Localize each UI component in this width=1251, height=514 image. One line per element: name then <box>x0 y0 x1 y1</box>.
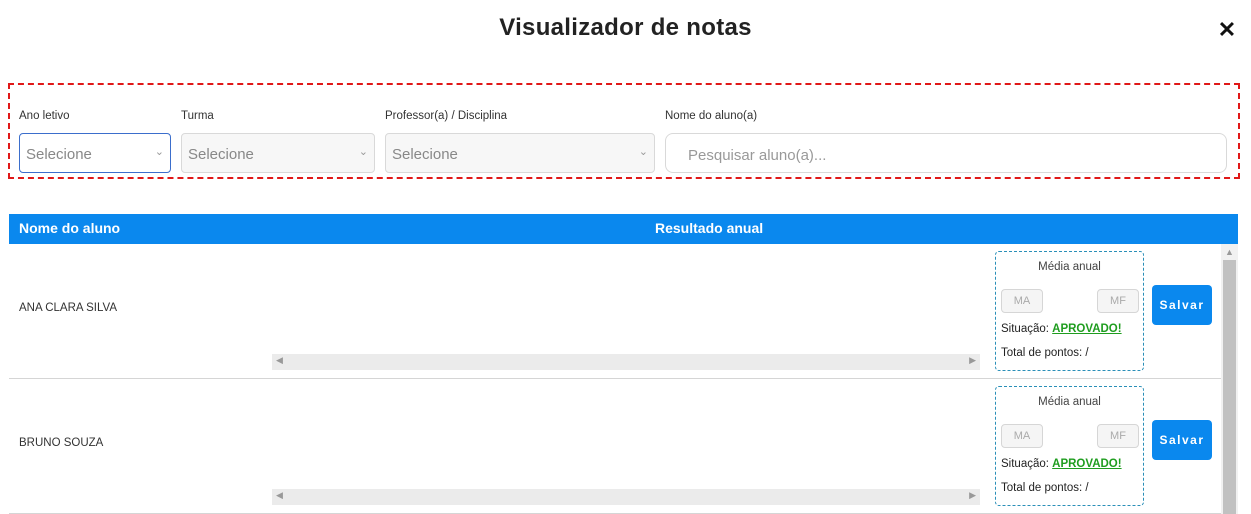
scroll-left-arrow-icon[interactable]: ◀ <box>276 355 283 366</box>
aluno-search-input[interactable] <box>686 144 1210 166</box>
professor-disciplina-value: Selecione <box>392 146 458 163</box>
scroll-right-arrow-icon[interactable]: ▶ <box>969 490 976 501</box>
situacao-label: Situação: <box>1001 323 1049 335</box>
scroll-right-arrow-icon[interactable]: ▶ <box>969 355 976 366</box>
save-button[interactable]: Salvar <box>1152 285 1212 325</box>
ma-field[interactable]: MA <box>1001 424 1043 448</box>
chevron-down-icon: ⌄ <box>638 146 648 158</box>
filters-panel: Ano letivo Turma Professor(a) / Discipli… <box>8 83 1240 179</box>
professor-disciplina-label: Professor(a) / Disciplina <box>385 110 508 122</box>
situacao-label: Situação: <box>1001 458 1049 470</box>
scroll-left-arrow-icon[interactable]: ◀ <box>276 490 283 501</box>
situacao: Situação: APROVADO! <box>1001 323 1122 335</box>
table-row: BRUNO SOUZA ◀ ▶ Média anual MA MF Situaç… <box>9 379 1221 514</box>
total-pontos: Total de pontos: / <box>1001 482 1089 494</box>
close-icon[interactable]: ✕ <box>1215 18 1239 42</box>
ano-letivo-value: Selecione <box>26 146 92 163</box>
ma-field[interactable]: MA <box>1001 289 1043 313</box>
media-anual-box: Média anual MA MF Situação: APROVADO! To… <box>995 386 1144 506</box>
turma-select[interactable]: Selecione ⌄ <box>181 133 375 173</box>
page-title: Visualizador de notas <box>499 14 752 41</box>
situacao-status-link[interactable]: APROVADO! <box>1052 458 1121 470</box>
horizontal-scrollbar[interactable]: ◀ ▶ <box>272 489 980 505</box>
turma-label: Turma <box>181 110 214 122</box>
save-button[interactable]: Salvar <box>1152 420 1212 460</box>
media-anual-title: Média anual <box>1038 396 1101 408</box>
vertical-scrollbar[interactable]: ▲ <box>1221 244 1238 514</box>
situacao-status-link[interactable]: APROVADO! <box>1052 323 1121 335</box>
turma-value: Selecione <box>188 146 254 163</box>
situacao: Situação: APROVADO! <box>1001 458 1122 470</box>
table-row: ANA CLARA SILVA ◀ ▶ Média anual MA MF Si… <box>9 244 1221 379</box>
professor-disciplina-select[interactable]: Selecione ⌄ <box>385 133 655 173</box>
column-header-name: Nome do aluno <box>19 220 121 236</box>
ano-letivo-select[interactable]: Selecione ⌄ <box>19 133 171 173</box>
nome-aluno-label: Nome do aluno(a) <box>665 110 758 122</box>
table-header: Nome do aluno Resultado anual <box>9 214 1238 244</box>
horizontal-scrollbar[interactable]: ◀ ▶ <box>272 354 980 370</box>
chevron-down-icon: ⌄ <box>358 146 368 158</box>
mf-field[interactable]: MF <box>1097 289 1139 313</box>
chevron-down-icon: ⌄ <box>154 146 164 158</box>
mf-field[interactable]: MF <box>1097 424 1139 448</box>
ano-letivo-label: Ano letivo <box>19 110 70 122</box>
student-name: ANA CLARA SILVA <box>19 302 118 314</box>
aluno-search-field <box>665 133 1227 173</box>
media-anual-title: Média anual <box>1038 261 1101 273</box>
column-header-result: Resultado anual <box>655 220 764 236</box>
media-anual-box: Média anual MA MF Situação: APROVADO! To… <box>995 251 1144 371</box>
student-name: BRUNO SOUZA <box>19 437 104 449</box>
scroll-up-arrow-icon[interactable]: ▲ <box>1225 247 1234 257</box>
total-pontos: Total de pontos: / <box>1001 347 1089 359</box>
scrollbar-thumb[interactable] <box>1223 260 1236 514</box>
